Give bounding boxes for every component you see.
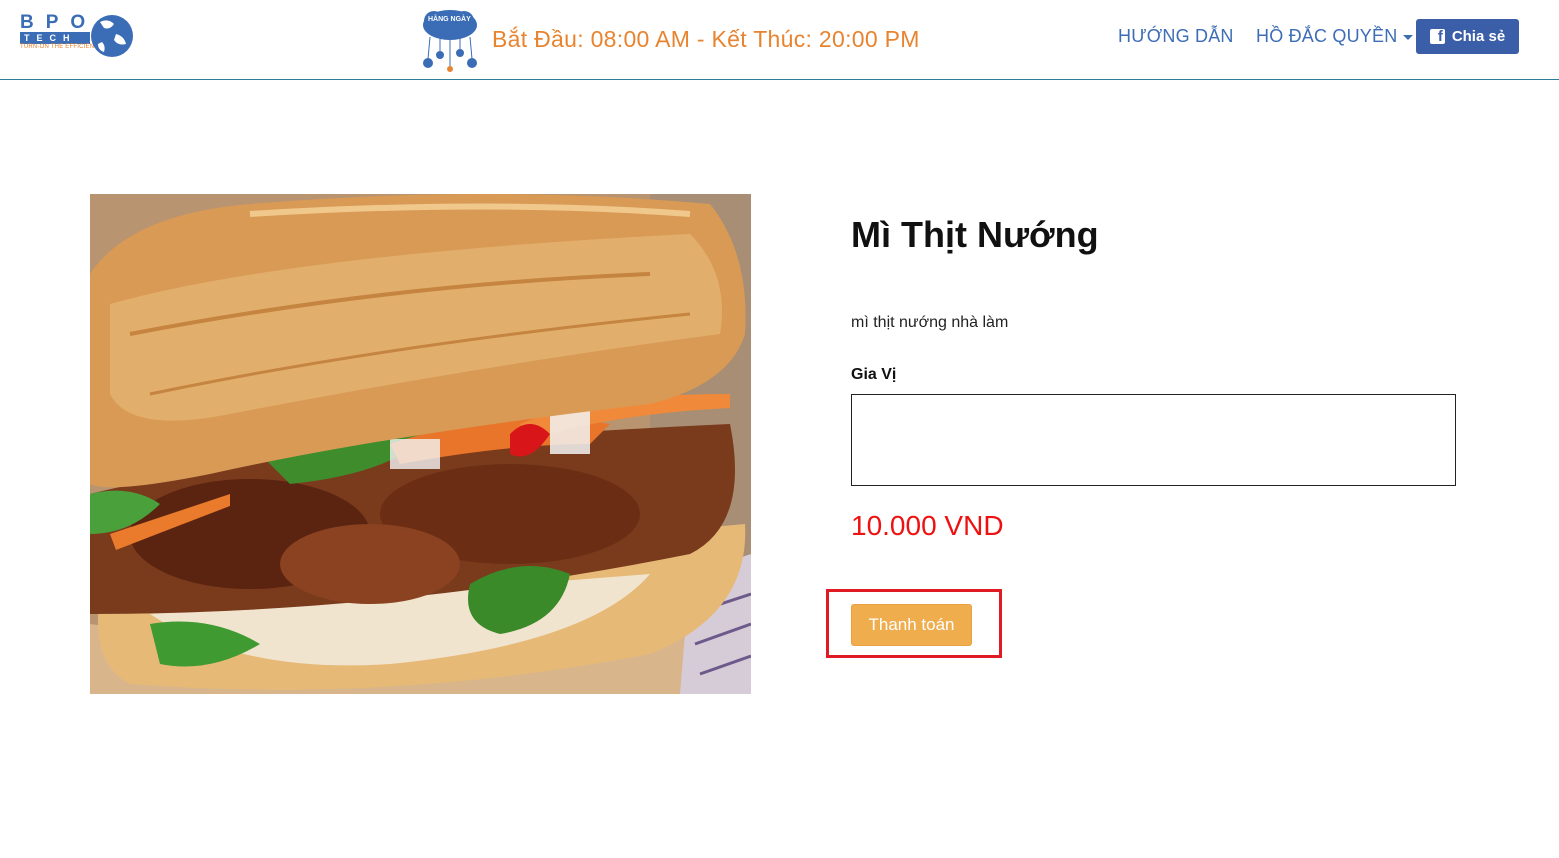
- logo-text-bpo: BPO: [20, 12, 98, 33]
- hours-text: Bắt Đầu: 08:00 AM - Kết Thúc: 20:00 PM: [492, 25, 920, 52]
- spice-label: Gia Vị: [851, 366, 897, 383]
- user-menu-dropdown[interactable]: HỒ ĐẮC QUYỀN: [1256, 26, 1414, 47]
- cloud-icon: HẰNG NGÀY: [418, 5, 482, 73]
- product-price: 10.000 VND: [851, 510, 1004, 541]
- pay-button[interactable]: Thanh toán: [851, 604, 972, 646]
- facebook-share-button[interactable]: Chia sẻ: [1416, 19, 1519, 54]
- logo-text-tech: TECH: [20, 32, 90, 44]
- top-header: BPO TECH TURN-ON THE EFFICIENCY HẰNG NGÀ…: [0, 0, 1559, 80]
- nav-guide-link[interactable]: HƯỚNG DẪN: [1118, 26, 1234, 47]
- user-name-label: HỒ ĐẮC QUYỀN: [1256, 26, 1398, 46]
- share-label: Chia sẻ: [1451, 28, 1506, 45]
- bpo-tech-logo[interactable]: BPO TECH TURN-ON THE EFFICIENCY: [18, 4, 136, 66]
- product-image: [90, 194, 751, 694]
- spice-input[interactable]: [851, 394, 1456, 486]
- caret-down-icon: [1403, 34, 1414, 40]
- product-title: Mì Thịt Nướng: [851, 214, 1099, 255]
- facebook-icon: [1429, 29, 1445, 44]
- opening-hours: HẰNG NGÀY Bắt Đầu: 08:00 AM - Kết Thúc: …: [418, 4, 920, 74]
- product-description: mì thịt nướng nhà làm: [851, 314, 1009, 331]
- globe-icon: [91, 15, 133, 57]
- daily-badge-text: HẰNG NGÀY: [428, 16, 471, 23]
